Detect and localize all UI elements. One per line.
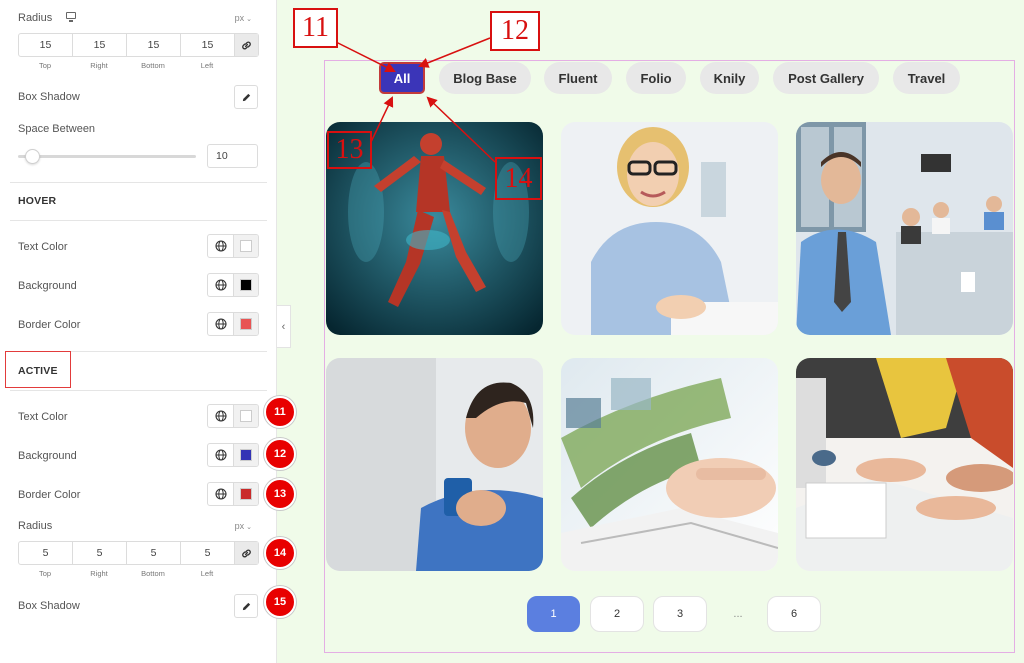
annotation-arrows: [335, 37, 496, 163]
annotation-label-14: 14: [495, 157, 542, 200]
annotation-label-12: 12: [490, 11, 540, 51]
annotation-label-11: 11: [293, 8, 338, 48]
annotation-label-13: 13: [327, 131, 372, 169]
